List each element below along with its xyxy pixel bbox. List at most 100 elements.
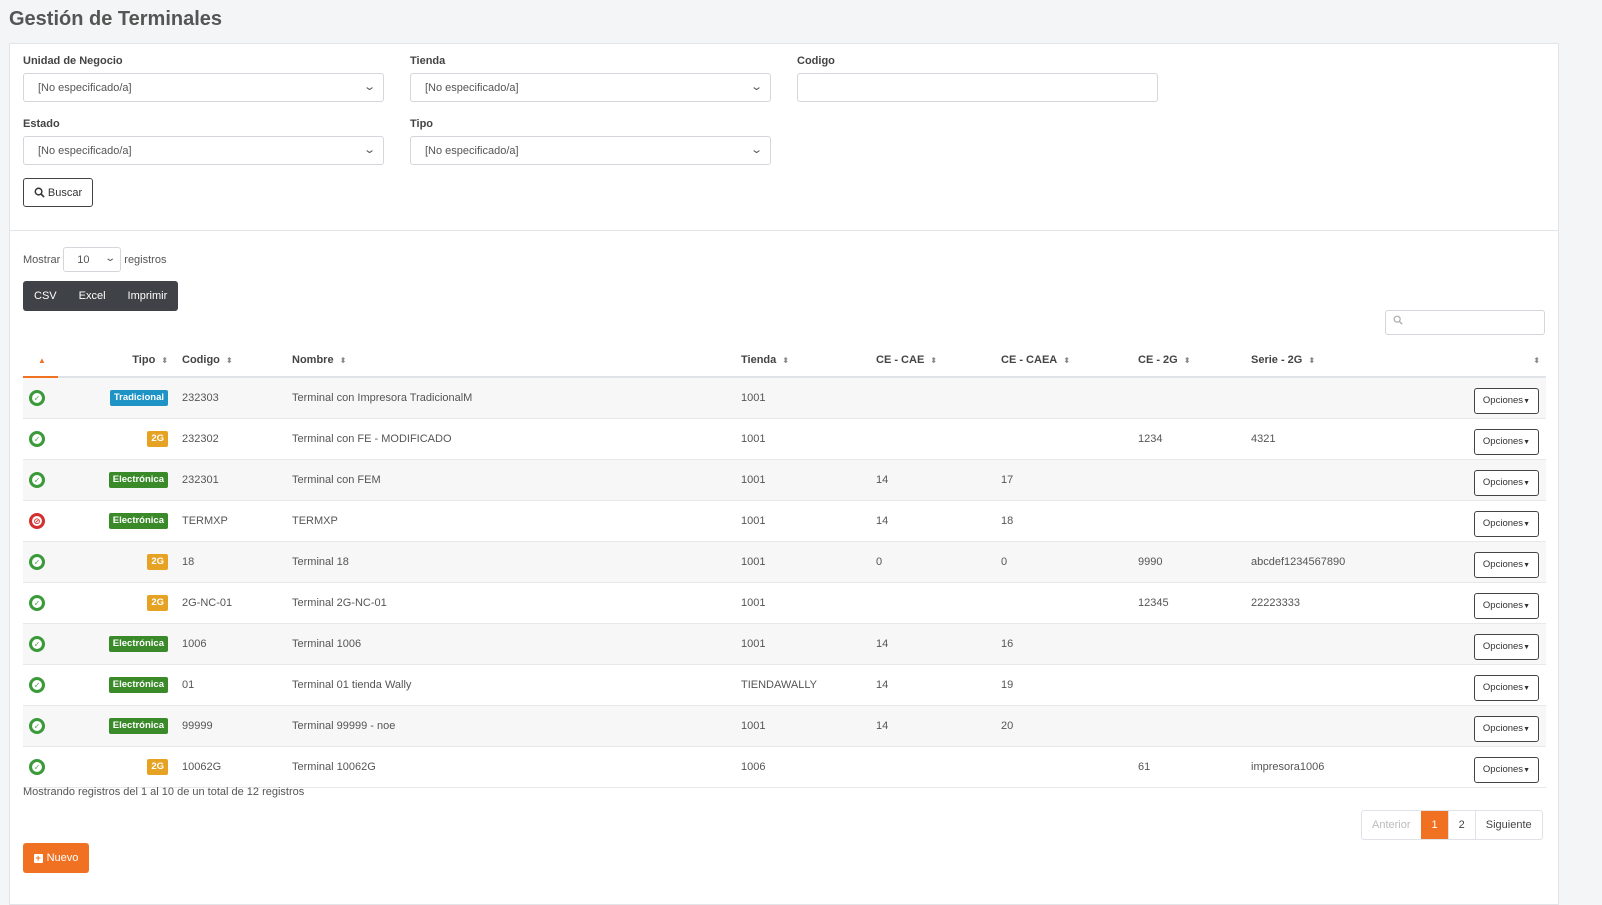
cell-cae — [876, 746, 1001, 788]
cell-nombre: Terminal 2G-NC-01 — [292, 582, 741, 624]
next-page-button[interactable]: Siguiente — [1474, 811, 1542, 839]
cell-codigo: 18 — [182, 541, 292, 583]
caret-down-icon: ▼ — [1523, 685, 1530, 692]
cell-caea — [1001, 746, 1138, 788]
estado-select[interactable]: [No especificado/a] ⌄ — [23, 136, 384, 165]
cell-tipo: Tradicional — [58, 377, 182, 419]
filter-estado: Estado [No especificado/a] ⌄ — [23, 118, 384, 165]
length-select[interactable]: 10 ⌄ — [63, 247, 122, 272]
opciones-button[interactable]: Opciones▼ — [1473, 511, 1539, 537]
cell-tienda: 1006 — [741, 746, 876, 788]
opciones-button[interactable]: Opciones▼ — [1473, 634, 1539, 660]
cell-g2: 61 — [1138, 746, 1251, 788]
opciones-button[interactable]: Opciones▼ — [1473, 429, 1539, 455]
col-actions[interactable]: ⬍ — [1401, 344, 1546, 378]
col-cae[interactable]: CE - CAE ⬍ — [876, 344, 1001, 378]
col-nombre[interactable]: Nombre ⬍ — [292, 344, 741, 378]
cell-cae: 14 — [876, 664, 1001, 706]
opciones-button[interactable]: Opciones▼ — [1473, 552, 1539, 578]
cell-serie — [1251, 705, 1401, 747]
buscar-button[interactable]: Buscar — [23, 178, 93, 207]
caret-down-icon: ▼ — [1523, 480, 1530, 487]
cell-status — [23, 623, 58, 665]
sort-icon: ⬍ — [161, 356, 168, 365]
status-active-icon — [29, 677, 45, 693]
cell-actions: Opciones▼ — [1401, 459, 1546, 501]
tipo-badge: 2G — [147, 759, 168, 775]
opciones-button[interactable]: Opciones▼ — [1473, 470, 1539, 496]
opciones-label: Opciones — [1482, 518, 1524, 529]
status-active-icon — [29, 554, 45, 570]
tipo-select[interactable]: [No especificado/a] ⌄ — [410, 136, 771, 165]
tipo-badge: Electrónica — [108, 472, 168, 488]
tienda-value: [No especificado/a] — [425, 82, 519, 94]
table-row: Electrónica 232301Terminal con FEM1001141… — [23, 459, 1546, 501]
cell-nombre: Terminal 10062G — [292, 746, 741, 788]
caret-down-icon: ▼ — [1523, 603, 1530, 610]
cell-actions: Opciones▼ — [1401, 705, 1546, 747]
buscar-label: Buscar — [47, 186, 83, 199]
cell-serie — [1251, 623, 1401, 665]
col-tipo-label: Tipo — [132, 354, 156, 366]
codigo-input[interactable] — [797, 73, 1158, 102]
cell-tipo: Electrónica — [58, 623, 182, 665]
cell-tienda: 1001 — [741, 418, 876, 460]
cell-codigo: 10062G — [182, 746, 292, 788]
cell-tipo: Electrónica — [58, 664, 182, 706]
prev-page-button[interactable]: Anterior — [1362, 811, 1421, 839]
cell-serie: impresora1006 — [1251, 746, 1401, 788]
cell-nombre: Terminal 18 — [292, 541, 741, 583]
cell-actions: Opciones▼ — [1401, 377, 1546, 419]
cell-serie: abcdef1234567890 — [1251, 541, 1401, 583]
col-serie[interactable]: Serie - 2G ⬍ — [1251, 344, 1401, 378]
col-caea[interactable]: CE - CAEA ⬍ — [1001, 344, 1138, 378]
tipo-badge: Electrónica — [108, 513, 168, 529]
opciones-button[interactable]: Opciones▼ — [1473, 716, 1539, 742]
tipo-badge: 2G — [147, 554, 168, 570]
estado-value: [No especificado/a] — [38, 145, 132, 157]
cell-codigo: 232302 — [182, 418, 292, 460]
opciones-label: Opciones — [1482, 723, 1524, 734]
csv-button[interactable]: CSV — [23, 281, 68, 311]
cell-tipo: Electrónica — [58, 459, 182, 501]
col-status[interactable]: ▲ — [23, 344, 58, 378]
col-2g[interactable]: CE - 2G ⬍ — [1138, 344, 1251, 378]
tienda-select[interactable]: [No especificado/a] ⌄ — [410, 73, 771, 102]
table-search-input[interactable] — [1385, 310, 1545, 335]
excel-button[interactable]: Excel — [68, 281, 117, 311]
opciones-label: Opciones — [1482, 559, 1524, 570]
registros-label: registros — [124, 253, 167, 266]
cell-status — [23, 541, 58, 583]
opciones-button[interactable]: Opciones▼ — [1473, 388, 1539, 414]
status-disabled-icon — [29, 513, 45, 529]
col-codigo[interactable]: Codigo ⬍ — [182, 344, 292, 378]
page-1-button[interactable]: 1 — [1420, 811, 1448, 839]
imprimir-button[interactable]: Imprimir — [117, 281, 179, 311]
cell-tienda: TIENDAWALLY — [741, 664, 876, 706]
cell-cae: 14 — [876, 459, 1001, 501]
nuevo-button[interactable]: + Nuevo — [23, 843, 89, 873]
opciones-button[interactable]: Opciones▼ — [1473, 757, 1539, 783]
cell-serie — [1251, 377, 1401, 419]
cell-tipo: 2G — [58, 541, 182, 583]
col-serie-label: Serie - 2G — [1251, 354, 1303, 366]
caret-down-icon: ▼ — [1523, 398, 1530, 405]
unidad-select[interactable]: [No especificado/a] ⌄ — [23, 73, 384, 102]
opciones-button[interactable]: Opciones▼ — [1473, 675, 1539, 701]
col-tipo[interactable]: Tipo ⬍ — [58, 344, 182, 378]
opciones-button[interactable]: Opciones▼ — [1473, 593, 1539, 619]
cell-g2: 12345 — [1138, 582, 1251, 624]
page-2-button[interactable]: 2 — [1447, 811, 1475, 839]
col-tienda[interactable]: Tienda ⬍ — [741, 344, 876, 378]
cell-cae — [876, 418, 1001, 460]
sort-icon: ⬍ — [1533, 356, 1540, 365]
length-control: Mostrar 10 ⌄ registros — [23, 247, 166, 272]
cell-tienda: 1001 — [741, 377, 876, 419]
status-active-icon — [29, 759, 45, 775]
tipo-value: [No especificado/a] — [425, 145, 519, 157]
unidad-value: [No especificado/a] — [38, 82, 132, 94]
opciones-label: Opciones — [1482, 395, 1524, 406]
cell-codigo: 232303 — [182, 377, 292, 419]
cell-serie — [1251, 459, 1401, 501]
cell-caea — [1001, 418, 1138, 460]
